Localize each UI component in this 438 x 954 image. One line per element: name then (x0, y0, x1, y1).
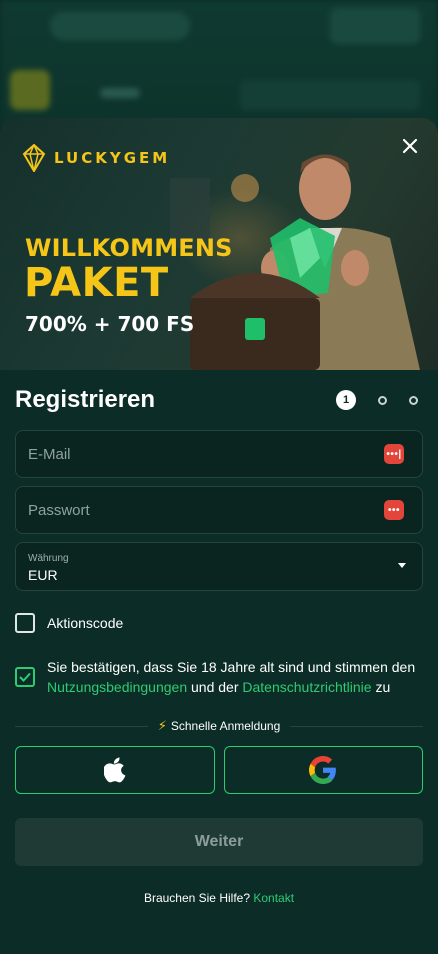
email-input[interactable] (28, 445, 410, 463)
divider-line-right (290, 725, 423, 727)
terms-text-part1: Sie bestätigen, dass Sie 18 Jahre alt si… (47, 659, 416, 675)
step-1: 1 (336, 390, 356, 410)
promo-code-label: Aktionscode (47, 615, 124, 631)
page: LUCKYGEM WILLKOMMENS PAKET 700% + 700 FS… (0, 0, 438, 954)
social-login-row (15, 746, 423, 794)
password-input[interactable] (28, 501, 410, 519)
registration-modal: LUCKYGEM WILLKOMMENS PAKET 700% + 700 FS… (0, 118, 438, 954)
step-2 (378, 395, 387, 405)
quick-login-label: ⚡ Schnelle Anmeldung (158, 718, 281, 734)
password-field-wrapper: ••• (15, 486, 423, 534)
step-indicator: 1 (336, 390, 418, 410)
quick-login-text: Schnelle Anmeldung (170, 719, 281, 733)
terms-text-part2: und der (187, 679, 243, 695)
promo-banner: LUCKYGEM WILLKOMMENS PAKET 700% + 700 FS (0, 118, 438, 370)
close-icon (402, 138, 418, 154)
form-title: Registrieren (15, 386, 156, 413)
quick-login-divider: ⚡ Schnelle Anmeldung (15, 718, 423, 734)
google-login-button[interactable] (223, 746, 423, 794)
continue-button[interactable]: Weiter (15, 818, 423, 866)
brand-name: LUCKYGEM (54, 149, 171, 167)
apple-login-button[interactable] (15, 746, 215, 794)
promo-title-line2: PAKET (24, 260, 169, 306)
registration-form: Registrieren 1 •••| ••• Währung EUR (0, 370, 438, 905)
background-site (0, 0, 438, 130)
promo-title-line1: WILLKOMMENS (25, 234, 233, 262)
email-field-wrapper: •••| (15, 430, 423, 478)
checkmark-icon (19, 672, 31, 682)
form-header: Registrieren 1 (15, 370, 423, 430)
step-3 (409, 395, 418, 405)
currency-select[interactable]: Währung EUR (15, 542, 423, 591)
terms-link[interactable]: Nutzungsbedingungen (47, 679, 187, 695)
chevron-down-icon (398, 563, 406, 568)
currency-value: EUR (28, 566, 58, 583)
terms-row: Sie bestätigen, dass Sie 18 Jahre alt si… (15, 657, 423, 697)
terms-text: Sie bestätigen, dass Sie 18 Jahre alt si… (47, 657, 423, 697)
close-button[interactable] (398, 134, 422, 158)
apple-icon (103, 757, 126, 783)
terms-checkbox[interactable] (15, 667, 35, 687)
promo-code-checkbox[interactable] (15, 613, 35, 633)
divider-line-left (15, 725, 148, 727)
contact-link[interactable]: Kontakt (253, 891, 294, 905)
password-manager-icon[interactable]: •••| (384, 444, 404, 464)
terms-text-part3: zu (371, 679, 391, 695)
password-manager-icon[interactable]: ••• (384, 500, 404, 520)
lightning-icon: ⚡ (157, 718, 167, 733)
promo-offer: 700% + 700 FS (25, 312, 195, 336)
help-row: Brauchen Sie Hilfe? Kontakt (15, 891, 423, 905)
help-text: Brauchen Sie Hilfe? (143, 891, 250, 905)
promo-code-toggle[interactable]: Aktionscode (15, 613, 423, 633)
privacy-link[interactable]: Datenschutzrichtlinie (242, 679, 371, 695)
google-icon (309, 756, 337, 784)
brand-logo: LUCKYGEM (22, 144, 170, 172)
currency-label: Währung (28, 552, 69, 564)
gem-logo-icon (22, 144, 46, 172)
